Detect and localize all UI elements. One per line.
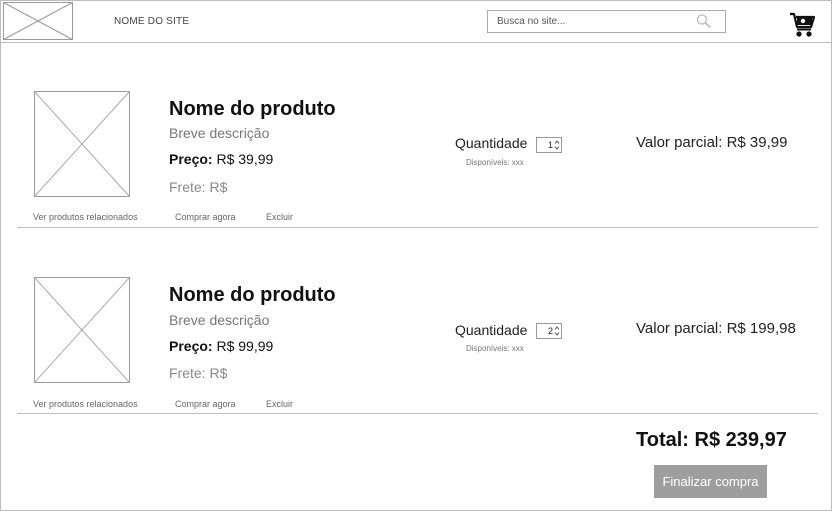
site-name[interactable]: NOME DO SITE (114, 16, 189, 27)
stock-available: Disponíveis: xxx (466, 344, 524, 353)
product-price: Preço: R$ 39,99 (169, 151, 273, 167)
quantity-label: Quantidade (455, 322, 528, 338)
related-products-link[interactable]: Ver produtos relacionados (33, 212, 138, 222)
search-box (487, 10, 726, 33)
related-products-link[interactable]: Ver produtos relacionados (33, 399, 138, 409)
delete-link[interactable]: Excluir (266, 399, 293, 409)
cart-icon[interactable] (789, 11, 817, 38)
quantity-stepper[interactable]: 2 (536, 323, 562, 339)
product-price: Preço: R$ 99,99 (169, 338, 273, 354)
total-value: R$ 239,97 (694, 429, 787, 451)
divider (17, 227, 818, 228)
quantity-control: Quantidade 1 (455, 135, 562, 153)
search-input[interactable] (488, 11, 697, 32)
price-value: R$ 39,99 (216, 151, 274, 167)
stock-available: Disponíveis: xxx (466, 158, 524, 167)
cart-total: Total: R$ 239,97 (636, 429, 787, 452)
logo-placeholder-icon[interactable] (3, 2, 73, 40)
buy-now-link[interactable]: Comprar agora (175, 212, 236, 222)
quantity-control: Quantidade 2 (455, 322, 562, 339)
header: NOME DO SITE (0, 0, 832, 43)
product-name[interactable]: Nome do produto (169, 98, 336, 121)
divider (17, 413, 818, 414)
price-label: Preço: (169, 151, 213, 167)
partial-value: Valor parcial: R$ 199,98 (636, 320, 796, 337)
product-freight: Frete: R$ (169, 179, 228, 195)
quantity-stepper[interactable]: 1 (536, 137, 562, 153)
partial-value: Valor parcial: R$ 39,99 (636, 134, 788, 151)
total-label: Total: (636, 429, 689, 451)
quantity-value: 1 (547, 140, 553, 150)
stepper-arrows-icon[interactable] (554, 325, 560, 337)
product-image-placeholder-icon[interactable] (34, 277, 130, 383)
product-description: Breve descrição (169, 125, 270, 141)
stepper-arrows-icon[interactable] (554, 139, 560, 151)
product-freight: Frete: R$ (169, 365, 228, 381)
price-value: R$ 99,99 (216, 338, 274, 354)
checkout-button[interactable]: Finalizar compra (654, 465, 767, 498)
buy-now-link[interactable]: Comprar agora (175, 399, 236, 409)
product-name[interactable]: Nome do produto (169, 284, 336, 307)
search-icon[interactable] (695, 13, 713, 29)
product-image-placeholder-icon[interactable] (34, 91, 130, 197)
quantity-value: 2 (547, 326, 553, 336)
price-label: Preço: (169, 338, 213, 354)
quantity-label: Quantidade (455, 135, 528, 151)
product-description: Breve descrição (169, 312, 270, 328)
delete-link[interactable]: Excluir (266, 212, 293, 222)
